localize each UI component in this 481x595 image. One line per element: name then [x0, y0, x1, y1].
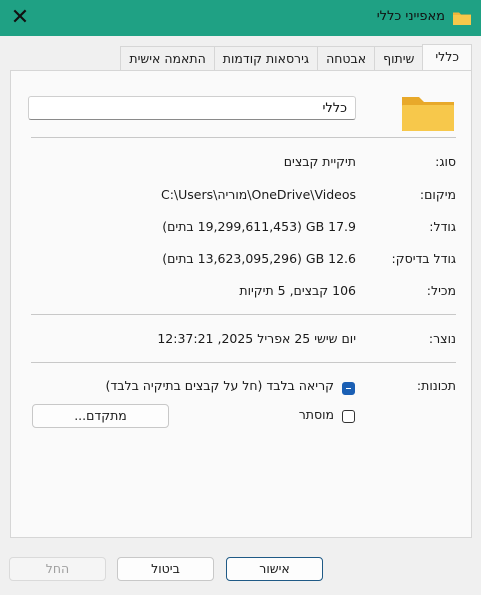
- size-on-disk-value: 12.6 GB (13,623,095,296 בתים): [162, 251, 356, 266]
- tab-sharing[interactable]: שיתוף: [374, 46, 424, 70]
- apply-button: החל: [9, 557, 106, 581]
- readonly-checkbox[interactable]: [342, 382, 355, 395]
- divider: [31, 137, 456, 138]
- folder-name-input[interactable]: [28, 96, 356, 120]
- readonly-label: קריאה בלבד (חל על קבצים בתיקיה בלבד): [105, 378, 334, 393]
- location-value: C:\Users\מוריה\OneDrive\Videos: [160, 187, 356, 202]
- created-value: יום שישי 25 אפריל 2025, 12:37:21: [157, 331, 356, 346]
- location-label: מיקום:: [419, 187, 456, 202]
- attributes-label: תכונות:: [416, 378, 456, 393]
- contains-label: מכיל:: [426, 283, 456, 298]
- window-title: מאפייני כללי: [376, 9, 445, 24]
- folder-icon: [453, 12, 471, 25]
- tab-strip: כללי שיתוף אבטחה גירסאות קודמות התאמה אי…: [120, 44, 472, 70]
- tab-security[interactable]: אבטחה: [317, 46, 376, 70]
- general-panel: סוג: תיקיית קבצים מיקום: C:\Users\מוריה\…: [10, 70, 472, 538]
- ok-button[interactable]: אישור: [226, 557, 323, 581]
- title-bar: ✕ מאפייני כללי: [0, 0, 481, 36]
- advanced-button[interactable]: מתקדם...: [32, 404, 169, 428]
- hidden-label: מוסתר: [298, 407, 334, 422]
- cancel-button[interactable]: ביטול: [117, 557, 214, 581]
- type-value: תיקיית קבצים: [283, 154, 356, 169]
- tab-general[interactable]: כללי: [422, 44, 472, 70]
- hidden-checkbox[interactable]: [342, 410, 355, 423]
- divider: [31, 314, 456, 315]
- folder-icon: [402, 97, 454, 131]
- size-label: גודל:: [429, 219, 456, 234]
- divider: [31, 362, 456, 363]
- contains-value: 106 קבצים, 5 תיקיות: [239, 283, 356, 298]
- tab-previous-versions[interactable]: גירסאות קודמות: [213, 46, 319, 70]
- tab-customize[interactable]: התאמה אישית: [120, 46, 215, 70]
- type-label: סוג:: [435, 154, 456, 169]
- size-on-disk-label: גודל בדיסק:: [391, 251, 457, 266]
- created-label: נוצר:: [428, 331, 456, 346]
- close-icon[interactable]: ✕: [6, 5, 34, 31]
- size-value: 17.9 GB (19,299,611,453 בתים): [162, 219, 356, 234]
